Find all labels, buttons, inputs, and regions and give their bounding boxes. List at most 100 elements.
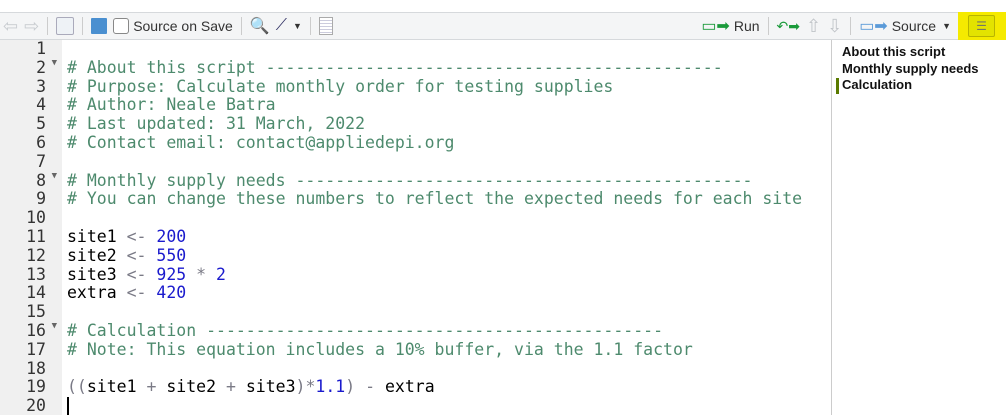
outline-item[interactable]: Calculation bbox=[835, 77, 912, 94]
line-number: 9 bbox=[36, 189, 46, 209]
code-token: # About this script --------------------… bbox=[67, 57, 723, 77]
code-line[interactable]: # You can change these numbers to reflec… bbox=[67, 189, 802, 208]
line-number: 20 bbox=[26, 396, 46, 415]
code-token: - bbox=[355, 377, 385, 397]
line-number: 18 bbox=[26, 358, 46, 378]
fold-toggle-icon[interactable]: ▼ bbox=[52, 171, 57, 181]
magic-wand-icon: ⟋ bbox=[275, 17, 287, 34]
divider bbox=[82, 17, 84, 35]
line-number: 5 bbox=[36, 114, 46, 134]
code-line[interactable]: # Contact email: contact@appliedepi.org bbox=[67, 133, 454, 152]
divider bbox=[767, 17, 769, 35]
fold-toggle-icon[interactable]: ▼ bbox=[52, 321, 57, 331]
code-token: site2 bbox=[67, 245, 127, 265]
notebook-icon bbox=[318, 17, 333, 35]
code-line[interactable]: # Note: This equation includes a 10% buf… bbox=[67, 340, 693, 359]
chevron-down-icon: ▼ bbox=[292, 21, 302, 31]
source-on-save-label: Source on Save bbox=[133, 18, 233, 34]
code-token: # Author: Neale Batra bbox=[67, 95, 276, 115]
code-token: ) bbox=[345, 377, 356, 397]
line-number: 14 bbox=[26, 283, 46, 303]
code-token: # Contact email: contact@appliedepi.org bbox=[67, 133, 455, 152]
find-replace-button[interactable]: 🔍 bbox=[247, 13, 273, 39]
line-number: 16 ▼ bbox=[26, 321, 57, 340]
code-tools-button[interactable]: ⟋ ▼ bbox=[273, 13, 305, 39]
code-line[interactable]: # Last updated: 31 March, 2022 bbox=[67, 114, 365, 133]
code-token: 1.1 bbox=[315, 377, 346, 397]
outline-item[interactable]: About this script bbox=[842, 44, 945, 59]
fold-toggle-icon[interactable]: ▼ bbox=[52, 58, 57, 68]
save-button[interactable] bbox=[88, 13, 110, 39]
outline-item[interactable]: Monthly supply needs bbox=[842, 61, 979, 76]
code-token: site1 bbox=[67, 227, 127, 246]
code-token: 420 bbox=[146, 283, 187, 303]
source-on-save-checkbox[interactable]: Source on Save bbox=[110, 13, 236, 39]
line-number: 3 bbox=[36, 76, 46, 96]
code-token: extra bbox=[67, 283, 127, 303]
editor-toolbar: ⇦ ⇨ Source on Save 🔍 ⟋ ▼ ▭➡ Run ↶➡ ⇧ ⇩ ▭➡ S… bbox=[0, 12, 1006, 40]
text-cursor bbox=[67, 397, 69, 415]
source-icon: ▭➡ bbox=[859, 18, 888, 35]
code-token: + bbox=[136, 377, 167, 397]
arrow-left-icon: ⇦ bbox=[3, 15, 19, 36]
next-section-button[interactable]: ⇩ bbox=[824, 13, 845, 39]
code-line[interactable]: site3 <- 925 * 2 bbox=[67, 265, 226, 284]
code-line[interactable]: site1 <- 200 bbox=[67, 227, 186, 246]
code-token: # Calculation --------------------------… bbox=[67, 321, 664, 340]
checkbox[interactable] bbox=[113, 18, 130, 34]
back-button[interactable]: ⇦ bbox=[0, 13, 21, 39]
chevron-down-icon: ▼ bbox=[942, 21, 951, 31]
code-token: <- bbox=[126, 283, 147, 303]
code-line[interactable]: # Author: Neale Batra bbox=[67, 95, 276, 114]
run-button[interactable]: ▭➡ Run bbox=[698, 13, 762, 39]
rerun-button[interactable]: ↶➡ bbox=[774, 13, 803, 39]
code-token: # Note: This equation includes a 10% buf… bbox=[67, 339, 693, 359]
source-label: Source bbox=[891, 18, 937, 34]
code-token: 2 bbox=[216, 264, 226, 284]
code-token: )* bbox=[295, 377, 316, 397]
source-button[interactable]: ▭➡ Source bbox=[856, 13, 939, 39]
code-token: site3 bbox=[67, 264, 127, 284]
code-line[interactable]: # Calculation --------------------------… bbox=[67, 321, 663, 340]
code-token: 925 bbox=[146, 264, 187, 284]
code-token: (( bbox=[67, 377, 87, 397]
line-number: 10 bbox=[26, 208, 46, 228]
line-number: 15 bbox=[26, 302, 46, 322]
source-dropdown[interactable]: ▼ bbox=[939, 13, 954, 39]
run-arrow-icon: ▭➡ bbox=[701, 18, 730, 35]
code-line[interactable]: # Monthly supply needs -----------------… bbox=[67, 171, 752, 190]
line-number: 1 bbox=[36, 39, 46, 58]
code-token: # Last updated: 31 March, 2022 bbox=[67, 114, 366, 134]
compile-report-button[interactable] bbox=[316, 13, 336, 39]
code-token: site3 bbox=[245, 377, 296, 397]
code-token: # Purpose: Calculate monthly order for t… bbox=[67, 76, 614, 96]
code-line[interactable]: extra <- 420 bbox=[67, 283, 186, 302]
code-line[interactable]: site2 <- 550 bbox=[67, 246, 186, 265]
code-token: # You can change these numbers to reflec… bbox=[67, 189, 803, 209]
line-number: 7 bbox=[36, 151, 46, 171]
code-token: <- bbox=[126, 264, 147, 284]
document-outline-button[interactable]: ☰ bbox=[968, 15, 995, 37]
line-number: 13 bbox=[26, 264, 46, 284]
outline-icon: ☰ bbox=[968, 15, 995, 37]
divider bbox=[240, 17, 242, 35]
previous-section-button[interactable]: ⇧ bbox=[803, 13, 824, 39]
line-number-gutter: 1 2 ▼ 3 4 5 6 7 8 ▼ 9 10 11 12 13 14 15 16 ▼ 17 18 19 20 bbox=[0, 39, 62, 415]
code-token: extra bbox=[384, 377, 435, 397]
rerun-icon: ↶➡ bbox=[776, 17, 800, 34]
document-outline-panel: About this script Monthly supply needs Cal… bbox=[831, 40, 1006, 415]
code-token: + bbox=[216, 377, 246, 397]
run-label: Run bbox=[733, 18, 760, 34]
code-token: # Monthly supply needs -----------------… bbox=[67, 170, 753, 190]
code-token: * bbox=[186, 264, 217, 284]
code-token: <- bbox=[126, 245, 147, 265]
magnifier-icon: 🔍 bbox=[249, 18, 270, 35]
divider bbox=[47, 17, 49, 35]
code-line[interactable]: # About this script --------------------… bbox=[67, 58, 723, 77]
divider bbox=[850, 17, 852, 35]
code-line[interactable]: ((site1 + site2 + site3)*1.1) - extra bbox=[67, 377, 435, 396]
forward-button[interactable]: ⇨ bbox=[21, 13, 42, 39]
code-line[interactable]: # Purpose: Calculate monthly order for t… bbox=[67, 77, 613, 96]
show-in-window-button[interactable] bbox=[53, 13, 77, 39]
code-token: site1 bbox=[86, 377, 137, 397]
